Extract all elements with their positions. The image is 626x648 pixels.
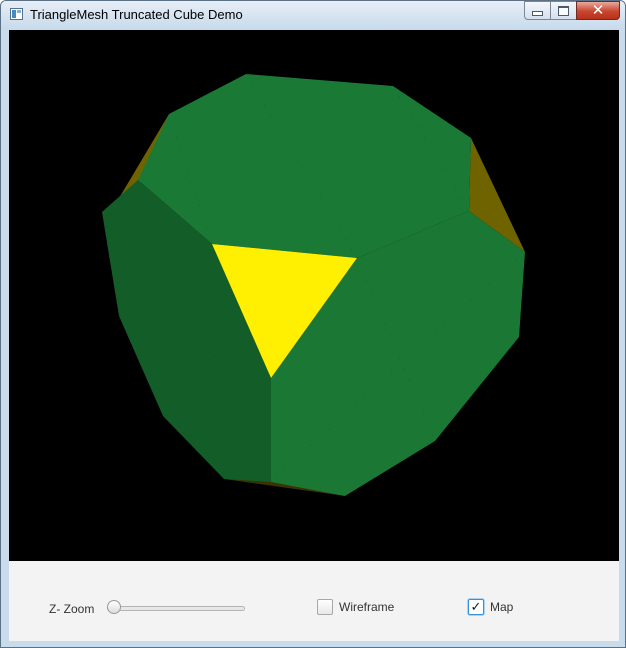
zoom-slider-track[interactable] xyxy=(107,606,245,611)
zoom-slider[interactable] xyxy=(107,600,245,616)
java-window-icon xyxy=(10,8,23,20)
truncated-cube-render xyxy=(102,73,526,496)
close-button[interactable]: ✕ xyxy=(576,1,620,20)
controls-bar: Z- Zoom Wireframe ✓ Map xyxy=(9,561,619,641)
close-icon: ✕ xyxy=(591,1,605,19)
minimize-button[interactable] xyxy=(524,1,550,20)
maximize-button[interactable] xyxy=(550,1,576,20)
content-pane: Z- Zoom Wireframe ✓ Map xyxy=(9,30,619,641)
window-title: TriangleMesh Truncated Cube Demo xyxy=(30,7,243,22)
wireframe-label: Wireframe xyxy=(339,600,395,614)
zoom-slider-thumb[interactable] xyxy=(107,600,121,614)
wireframe-checkbox[interactable]: Wireframe xyxy=(317,599,394,615)
zoom-label: Z- Zoom xyxy=(49,602,95,616)
check-icon: ✓ xyxy=(470,599,482,615)
title-bar[interactable]: TriangleMesh Truncated Cube Demo ✕ xyxy=(1,1,625,29)
maximize-icon xyxy=(558,5,569,16)
app-window: TriangleMesh Truncated Cube Demo ✕ Z- Zo… xyxy=(0,0,626,648)
window-controls: ✕ xyxy=(524,1,620,20)
map-label: Map xyxy=(490,600,514,614)
map-checkbox-box[interactable]: ✓ xyxy=(468,599,484,615)
3d-viewport[interactable] xyxy=(9,30,619,561)
minimize-icon xyxy=(532,11,543,16)
wireframe-checkbox-box[interactable] xyxy=(317,599,333,615)
map-checkbox[interactable]: ✓ Map xyxy=(468,599,513,615)
